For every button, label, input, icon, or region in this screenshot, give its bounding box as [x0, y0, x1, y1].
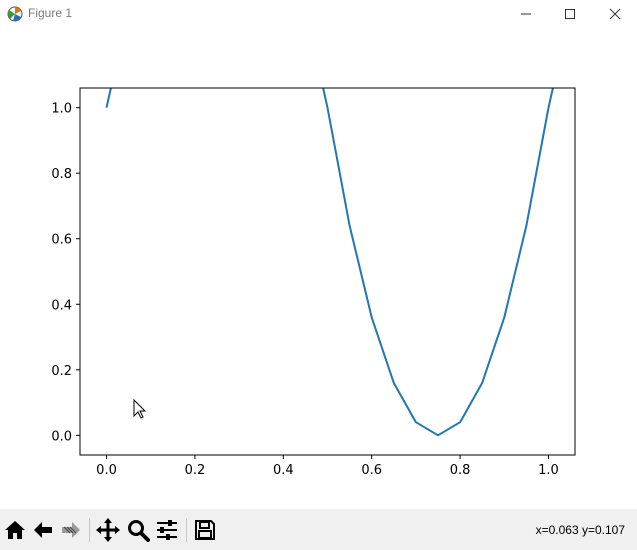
back-arrow-icon: [34, 522, 52, 538]
y-tick-label: 0.0: [51, 429, 72, 444]
zoom-button[interactable]: [125, 517, 151, 543]
line-chart[interactable]: 0.0 0.2 0.4 0.6 0.8 1.0 0.0 0.2 0.4 0.6 0.8 1.0: [0, 28, 637, 509]
x-tick-label: 1.0: [538, 463, 559, 478]
x-tick-label: 0.4: [273, 463, 294, 478]
pan-icon: [96, 518, 120, 542]
minimize-icon: [521, 13, 531, 15]
y-tick-label: 0.2: [51, 364, 72, 379]
zoom-icon: [128, 520, 150, 542]
forward-button[interactable]: [58, 517, 84, 543]
axes-frame: [79, 87, 576, 456]
x-tick-label: 0.2: [185, 463, 206, 478]
series-line: [105, 87, 112, 108]
maximize-icon: [565, 9, 575, 19]
close-button[interactable]: [592, 0, 637, 28]
toolbar-separator: [186, 518, 187, 542]
y-tick-label: 0.4: [51, 298, 72, 313]
y-tick-label: 1.0: [51, 102, 72, 117]
title-bar: Figure 1: [0, 0, 637, 28]
maximize-button[interactable]: [547, 0, 593, 28]
pan-button[interactable]: [95, 517, 121, 543]
save-icon: [195, 520, 215, 540]
forward-arrow-icon: [62, 522, 80, 538]
x-tick-label: 0.8: [450, 463, 471, 478]
y-tick-label: 0.8: [51, 167, 72, 182]
figure-canvas[interactable]: 0.0 0.2 0.4 0.6 0.8 1.0 0.0 0.2 0.4 0.6 0.8 1.0: [0, 28, 637, 509]
series-line: [322, 87, 554, 437]
home-icon: [5, 521, 25, 539]
x-tick-label: 0.0: [96, 463, 117, 478]
toolbar-separator: [89, 518, 90, 542]
x-tick-label: 0.6: [361, 463, 382, 478]
window-title: Figure 1: [28, 6, 73, 20]
close-icon: [609, 8, 621, 20]
configure-subplots-button[interactable]: [154, 517, 180, 543]
home-button[interactable]: [2, 517, 28, 543]
cursor-coordinates: x=0.063 y=0.107: [535, 523, 625, 537]
save-button[interactable]: [192, 517, 218, 543]
navigation-toolbar: x=0.063 y=0.107: [0, 509, 637, 550]
minimize-button[interactable]: [503, 0, 549, 28]
matplotlib-icon: [7, 6, 23, 22]
mouse-cursor: [133, 398, 147, 419]
back-button[interactable]: [30, 517, 56, 543]
y-tick-label: 0.6: [51, 233, 72, 248]
configure-subplots-icon: [157, 520, 177, 540]
